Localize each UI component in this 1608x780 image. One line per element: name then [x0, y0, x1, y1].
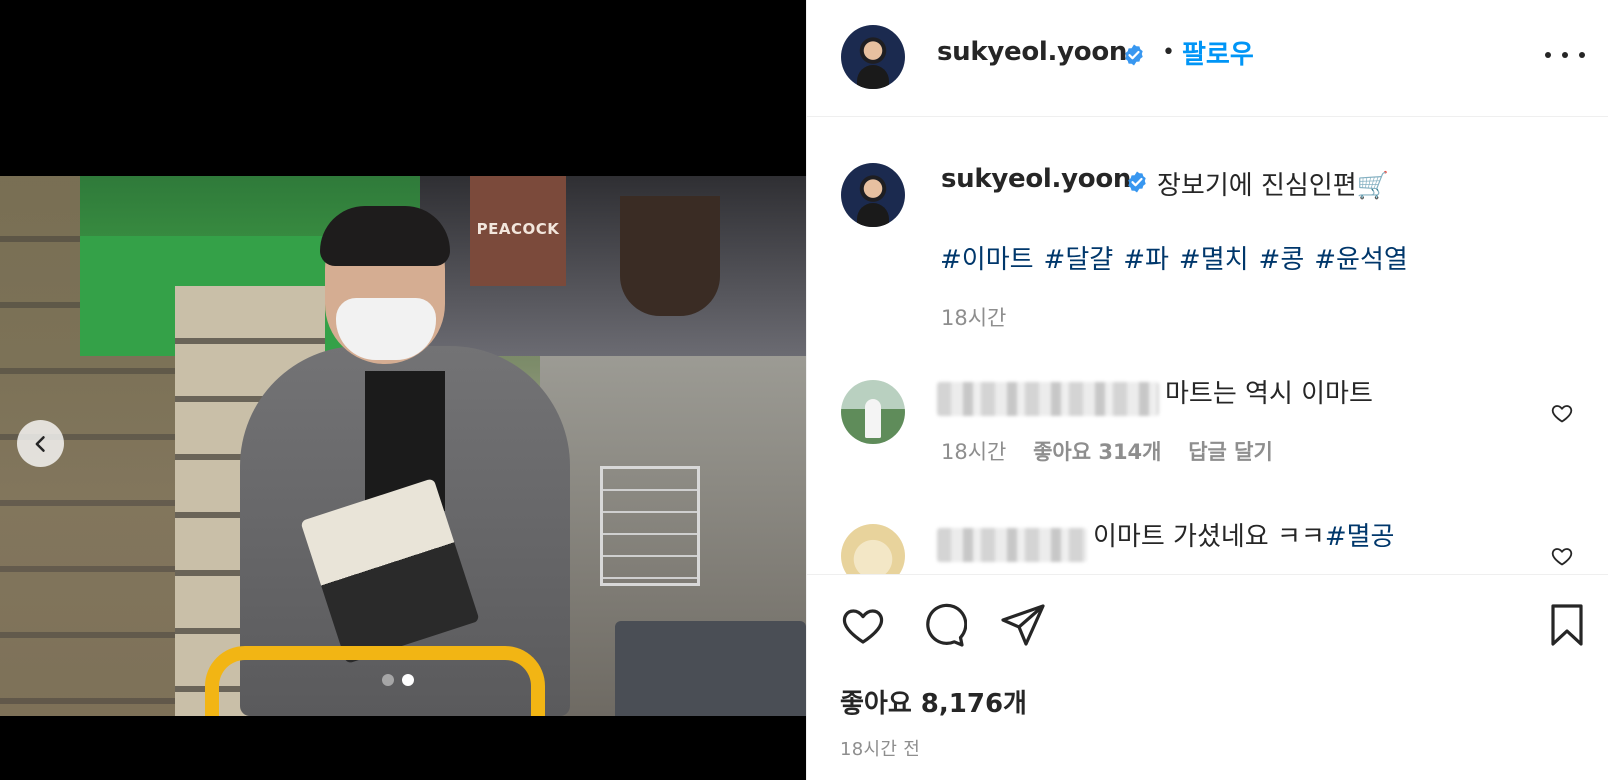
like-count[interactable]: 좋아요 8,176개 [840, 683, 1027, 720]
hashtag-link[interactable]: #이마트 [940, 239, 1034, 276]
author-avatar[interactable] [841, 25, 905, 89]
caption-timestamp[interactable]: 18시간 [941, 302, 1006, 332]
product-rack [600, 466, 700, 586]
separator-dot: • [1162, 40, 1175, 65]
heart-icon[interactable] [1550, 401, 1574, 425]
blurred-username [937, 528, 1087, 562]
comment-text: 마트는 역시 이마트 [1165, 379, 1373, 409]
verified-badge-icon [1125, 44, 1143, 66]
hashtag-link[interactable]: #윤석열 [1314, 239, 1408, 276]
action-bar: 좋아요 8,176개 18시간 전 [807, 574, 1608, 780]
post-panel: sukyeol.yoon • 팔로우 sukyeol.yoon 장보기에 진심인… [806, 0, 1608, 780]
follow-button[interactable]: 팔로우 [1182, 34, 1254, 71]
caption-hashtags: #이마트 #달걀 #파 #멸치 #콩 #윤석열 [940, 239, 1408, 276]
paper-plane-icon[interactable] [999, 601, 1047, 649]
caption-author-avatar[interactable] [841, 163, 905, 227]
caption-text: 장보기에 진심인편🛒 [1157, 171, 1389, 201]
carousel-dot-active [402, 674, 414, 686]
heart-icon[interactable] [1550, 544, 1574, 568]
comment-like-count[interactable]: 좋아요 314개 [1033, 440, 1161, 464]
more-options-icon[interactable] [1545, 40, 1585, 70]
cart-handle [205, 646, 545, 716]
post-media: PEACOCK [0, 0, 806, 780]
comment-text: 이마트 가셨네요 ㅋㅋ#멸공 [1093, 516, 1394, 553]
verified-badge-icon [1128, 171, 1146, 193]
hanging-sign [620, 196, 720, 316]
commenter-avatar[interactable] [841, 380, 905, 444]
person-hair [320, 206, 450, 266]
post-header: sukyeol.yoon • 팔로우 [807, 0, 1608, 117]
author-username[interactable]: sukyeol.yoon [937, 37, 1127, 67]
carousel-indicator [382, 674, 414, 686]
caption-author-username[interactable]: sukyeol.yoon [941, 164, 1131, 194]
peacock-banner: PEACOCK [470, 176, 566, 286]
heart-icon[interactable] [839, 601, 887, 649]
post-timestamp[interactable]: 18시간 전 [840, 735, 920, 761]
chevron-left-icon [35, 435, 45, 452]
hashtag-link[interactable]: #달걀 [1044, 239, 1114, 276]
blurred-username [937, 382, 1159, 416]
bookmark-icon[interactable] [1543, 601, 1591, 649]
face-mask [336, 298, 436, 360]
hashtag-link[interactable]: #멸치 [1179, 239, 1249, 276]
comment-body: 이마트 가셨네요 ㅋㅋ [1093, 522, 1325, 552]
reply-button[interactable]: 답글 달기 [1188, 440, 1273, 464]
comment-meta: 18시간 좋아요 314개 답글 달기 [941, 436, 1273, 466]
post-photo[interactable]: PEACOCK [0, 176, 806, 716]
carousel-dot [382, 674, 394, 686]
comment-timestamp[interactable]: 18시간 [941, 440, 1006, 464]
comment-bubble-icon[interactable] [919, 601, 967, 649]
hashtag-link[interactable]: #멸공 [1325, 522, 1395, 552]
hashtag-link[interactable]: #파 [1123, 239, 1169, 276]
hashtag-link[interactable]: #콩 [1259, 239, 1305, 276]
shopping-basket [615, 621, 806, 716]
commenter-avatar[interactable] [841, 524, 905, 574]
carousel-prev-button[interactable] [17, 420, 64, 467]
comments-area[interactable]: sukyeol.yoon 장보기에 진심인편🛒 #이마트 #달걀 #파 #멸치 … [807, 118, 1608, 574]
